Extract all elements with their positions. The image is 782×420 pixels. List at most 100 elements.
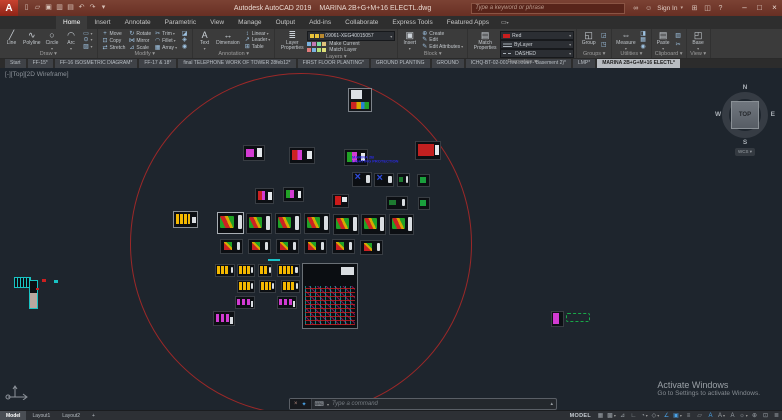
panel-footer-modify[interactable]: Modify ▾: [98, 51, 193, 58]
search-input[interactable]: Type a keyword or phrase: [471, 3, 625, 14]
object-snap-tracking-icon[interactable]: ∠: [661, 412, 672, 419]
new-file-icon[interactable]: ▯: [21, 0, 32, 16]
red-circle-entity[interactable]: [130, 73, 472, 411]
minimize-icon[interactable]: –: [737, 0, 752, 16]
hatch-button[interactable]: ▨▾: [83, 44, 93, 50]
quick-select-button[interactable]: ◨: [640, 31, 647, 37]
ribbon-tab-featured-apps[interactable]: Featured Apps: [440, 16, 496, 29]
ribbon-tab-parametric[interactable]: Parametric: [158, 16, 203, 29]
panel-footer-properties[interactable]: Properties ▾: [468, 59, 576, 65]
hardware-acceleration-icon[interactable]: ⊡: [760, 412, 771, 419]
drawing-block[interactable]: [289, 147, 315, 164]
workspace-switching-icon[interactable]: ☼▾: [738, 413, 749, 419]
keyboard-icon[interactable]: ⌨: [315, 400, 324, 408]
array-button[interactable]: ▦Array▾: [154, 44, 177, 51]
drawing-block[interactable]: [237, 280, 255, 293]
viewcube-north[interactable]: N: [714, 84, 776, 91]
layer-tool-icon[interactable]: [317, 48, 321, 52]
layer-tool-icon[interactable]: [307, 48, 311, 52]
drawing-block[interactable]: [417, 174, 430, 187]
ribbon-tab-express-tools[interactable]: Express Tools: [385, 16, 439, 29]
create-button[interactable]: ⊕Create: [421, 31, 463, 37]
save-icon[interactable]: ▣: [43, 0, 54, 16]
drawing-block[interactable]: [386, 196, 408, 210]
drawing-block[interactable]: [259, 280, 276, 293]
drawing-dot[interactable]: [36, 288, 39, 290]
snap-mode-icon[interactable]: ▩▾: [606, 412, 617, 419]
copy-clip-button[interactable]: ▥: [675, 33, 682, 39]
command-history-icon[interactable]: ▴: [550, 401, 553, 407]
drawing-block[interactable]: [213, 311, 235, 326]
match-properties-button[interactable]: ▤Match Properties: [470, 30, 500, 59]
panel-footer-annotation[interactable]: Annotation ▾: [193, 51, 274, 58]
object-color-dropdown[interactable]: Red▾: [500, 31, 574, 40]
linetype-dropdown[interactable]: DASHED▾: [500, 49, 574, 58]
ribbon-tab-output[interactable]: Output: [269, 16, 303, 29]
leader-button[interactable]: ↗Leader▾: [244, 37, 271, 43]
ribbon-tab-annotate[interactable]: Annotate: [118, 16, 158, 29]
paste-button[interactable]: ▤Paste▾: [654, 30, 673, 51]
viewcube[interactable]: N S W E TOP: [714, 84, 776, 146]
drawing-block[interactable]: [235, 296, 255, 309]
save-as-icon[interactable]: ▥: [54, 0, 65, 16]
layout-tab-model[interactable]: Model: [0, 411, 26, 420]
panel-footer-layers[interactable]: Layers ▾: [275, 54, 397, 60]
drawing-block[interactable]: [333, 214, 359, 235]
wcs-dropdown[interactable]: WCS ▾: [735, 148, 755, 156]
undo-icon[interactable]: ↶: [76, 0, 87, 16]
arc-button[interactable]: ◠Arc▾: [62, 30, 81, 51]
quick-calc-button[interactable]: ▦: [640, 37, 647, 43]
text-button[interactable]: AText▾: [195, 30, 214, 51]
drawing-block[interactable]: [415, 141, 441, 160]
annotation-scale-icon[interactable]: A: [727, 413, 738, 419]
drawing-block[interactable]: [29, 280, 38, 309]
layout-tab-layout2[interactable]: Layout2: [56, 411, 86, 420]
drawing-block[interactable]: [332, 239, 355, 254]
linear-button[interactable]: ↕Linear▾: [244, 31, 271, 37]
ungroup-button[interactable]: ◲: [600, 33, 607, 39]
ribbon-tab-home[interactable]: Home: [56, 16, 87, 29]
selection-cycling-icon[interactable]: ▱: [694, 412, 705, 419]
drawing-block[interactable]: [418, 197, 430, 210]
trim-button[interactable]: ✂Trim▾: [154, 30, 177, 37]
rotate-button[interactable]: ↻Rotate: [128, 30, 151, 37]
app-menu-button[interactable]: A: [0, 0, 18, 16]
edit-attributes-button[interactable]: ✎Edit Attributes▾: [421, 44, 463, 50]
drawing-block[interactable]: [332, 194, 349, 208]
polyline-button[interactable]: ∿Polyline: [21, 30, 43, 51]
ribbon-display-toggle-icon[interactable]: ▭▾: [496, 16, 514, 29]
close-icon[interactable]: ×: [294, 401, 298, 407]
viewcube-east[interactable]: E: [771, 111, 775, 118]
annotation-visibility-icon[interactable]: A: [705, 413, 716, 419]
drawing-block[interactable]: [361, 214, 386, 235]
panel-footer-groups[interactable]: Groups ▾: [577, 51, 611, 58]
measure-button[interactable]: ⇔Measure▾: [614, 30, 637, 51]
file-tab-ff-16-isosmetric-diagram[interactable]: FF-16 ISOSMETRIC DIAGRAM*: [55, 58, 138, 68]
ellipse-button[interactable]: ⊙▾: [83, 37, 93, 43]
drawing-block[interactable]: [352, 172, 372, 187]
drawing-block[interactable]: [283, 187, 304, 202]
plot-icon[interactable]: ▤: [65, 0, 76, 16]
drawing-block[interactable]: [255, 188, 274, 204]
command-options-caret-icon[interactable]: ▾: [327, 402, 329, 407]
viewcube-west[interactable]: W: [715, 111, 721, 118]
layer-tool-icon[interactable]: [312, 42, 316, 46]
drawing-block[interactable]: [304, 239, 327, 254]
table-button[interactable]: ⊞Table: [244, 44, 271, 50]
group-button[interactable]: ◱Group: [579, 30, 598, 51]
line-button[interactable]: ╱Line: [2, 30, 21, 51]
file-tab-lmp[interactable]: LMP*: [573, 58, 595, 68]
infer-constraints-icon[interactable]: ⊿: [617, 412, 628, 419]
drawing-block[interactable]: [276, 239, 299, 254]
drawing-block[interactable]: [243, 145, 265, 161]
open-file-icon[interactable]: ▱: [32, 0, 43, 16]
model-space-label[interactable]: MODEL: [570, 413, 591, 419]
layer-dropdown[interactable]: 09061-XEG40015057▾: [307, 31, 395, 41]
panel-footer-clipboard[interactable]: Clipboard ▾: [652, 51, 686, 58]
search-icon[interactable]: ∞: [629, 5, 642, 12]
panel-footer-draw[interactable]: Draw ▾: [0, 51, 97, 58]
help-icon[interactable]: ?: [714, 5, 727, 12]
erase-button[interactable]: ◪: [181, 31, 188, 37]
apps-icon[interactable]: ◫: [701, 4, 714, 12]
fillet-button[interactable]: ◠Fillet▾: [154, 37, 177, 44]
